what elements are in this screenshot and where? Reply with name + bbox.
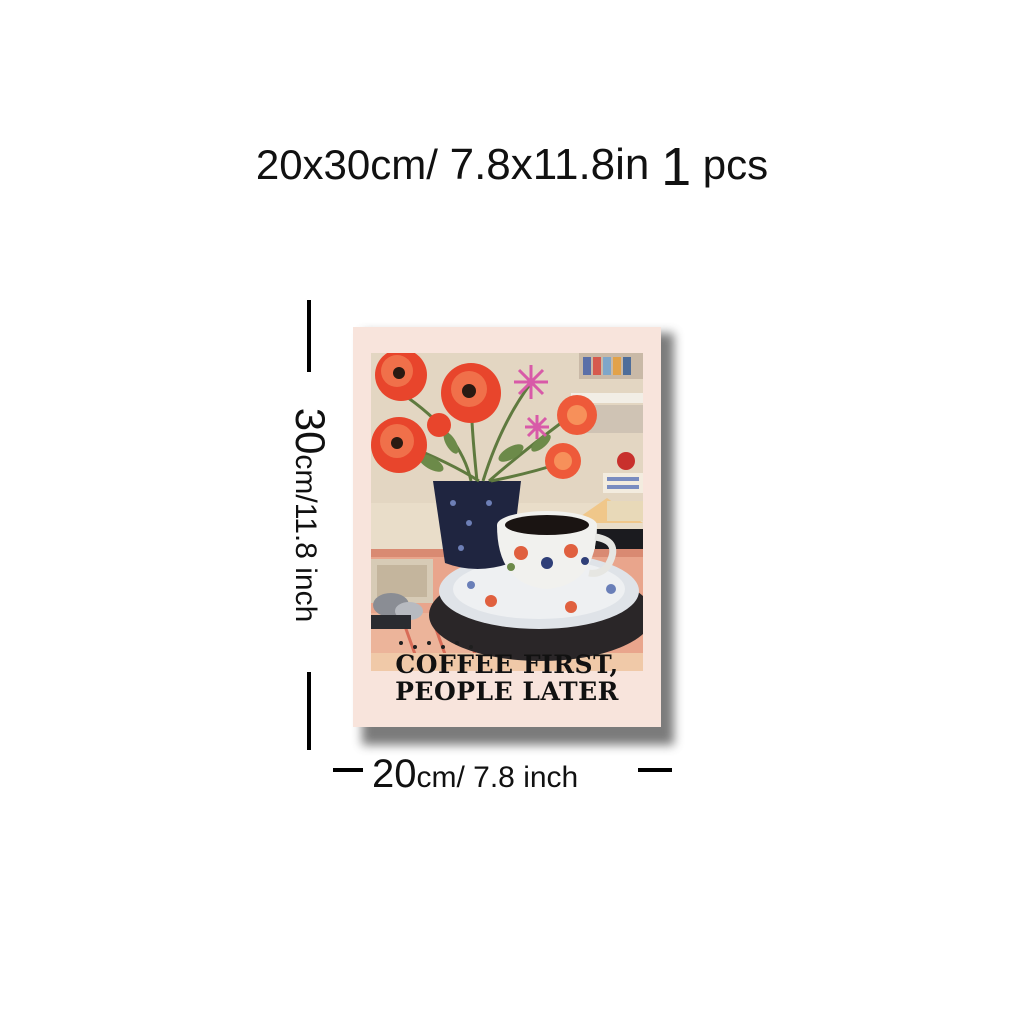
- width-unit: cm/ 7.8 inch: [416, 761, 579, 794]
- poster-caption-line-1: COFFEE FIRST,: [395, 650, 619, 679]
- poster: COFFEE FIRST, PEOPLE LATER: [353, 327, 661, 727]
- height-line-top: [307, 300, 311, 372]
- height-unit: cm/11.8 inch: [289, 454, 322, 623]
- width-dimension-label: 20cm/ 7.8 inch: [372, 752, 578, 797]
- poster-caption: COFFEE FIRST, PEOPLE LATER: [353, 651, 661, 705]
- height-value: 30: [287, 407, 334, 455]
- product-size-heading: 20x30cm/ 7.8x11.8in 1 pcs: [0, 138, 1024, 194]
- height-dimension-label: 30cm/11.8 inch: [286, 408, 334, 623]
- width-value: 20: [372, 752, 417, 796]
- coffee-flowers-illustration: [371, 353, 643, 671]
- quantity-number: 1: [661, 137, 692, 197]
- height-line-bottom: [307, 672, 311, 750]
- size-in-text: 7.8x11.8in: [449, 140, 650, 189]
- width-line-left: [333, 768, 363, 772]
- poster-artwork: [371, 353, 643, 671]
- size-cm-text: 20x30cm/: [255, 141, 438, 188]
- poster-caption-line-2: PEOPLE LATER: [395, 677, 619, 706]
- width-line-right: [638, 768, 672, 772]
- quantity-unit: pcs: [702, 141, 769, 188]
